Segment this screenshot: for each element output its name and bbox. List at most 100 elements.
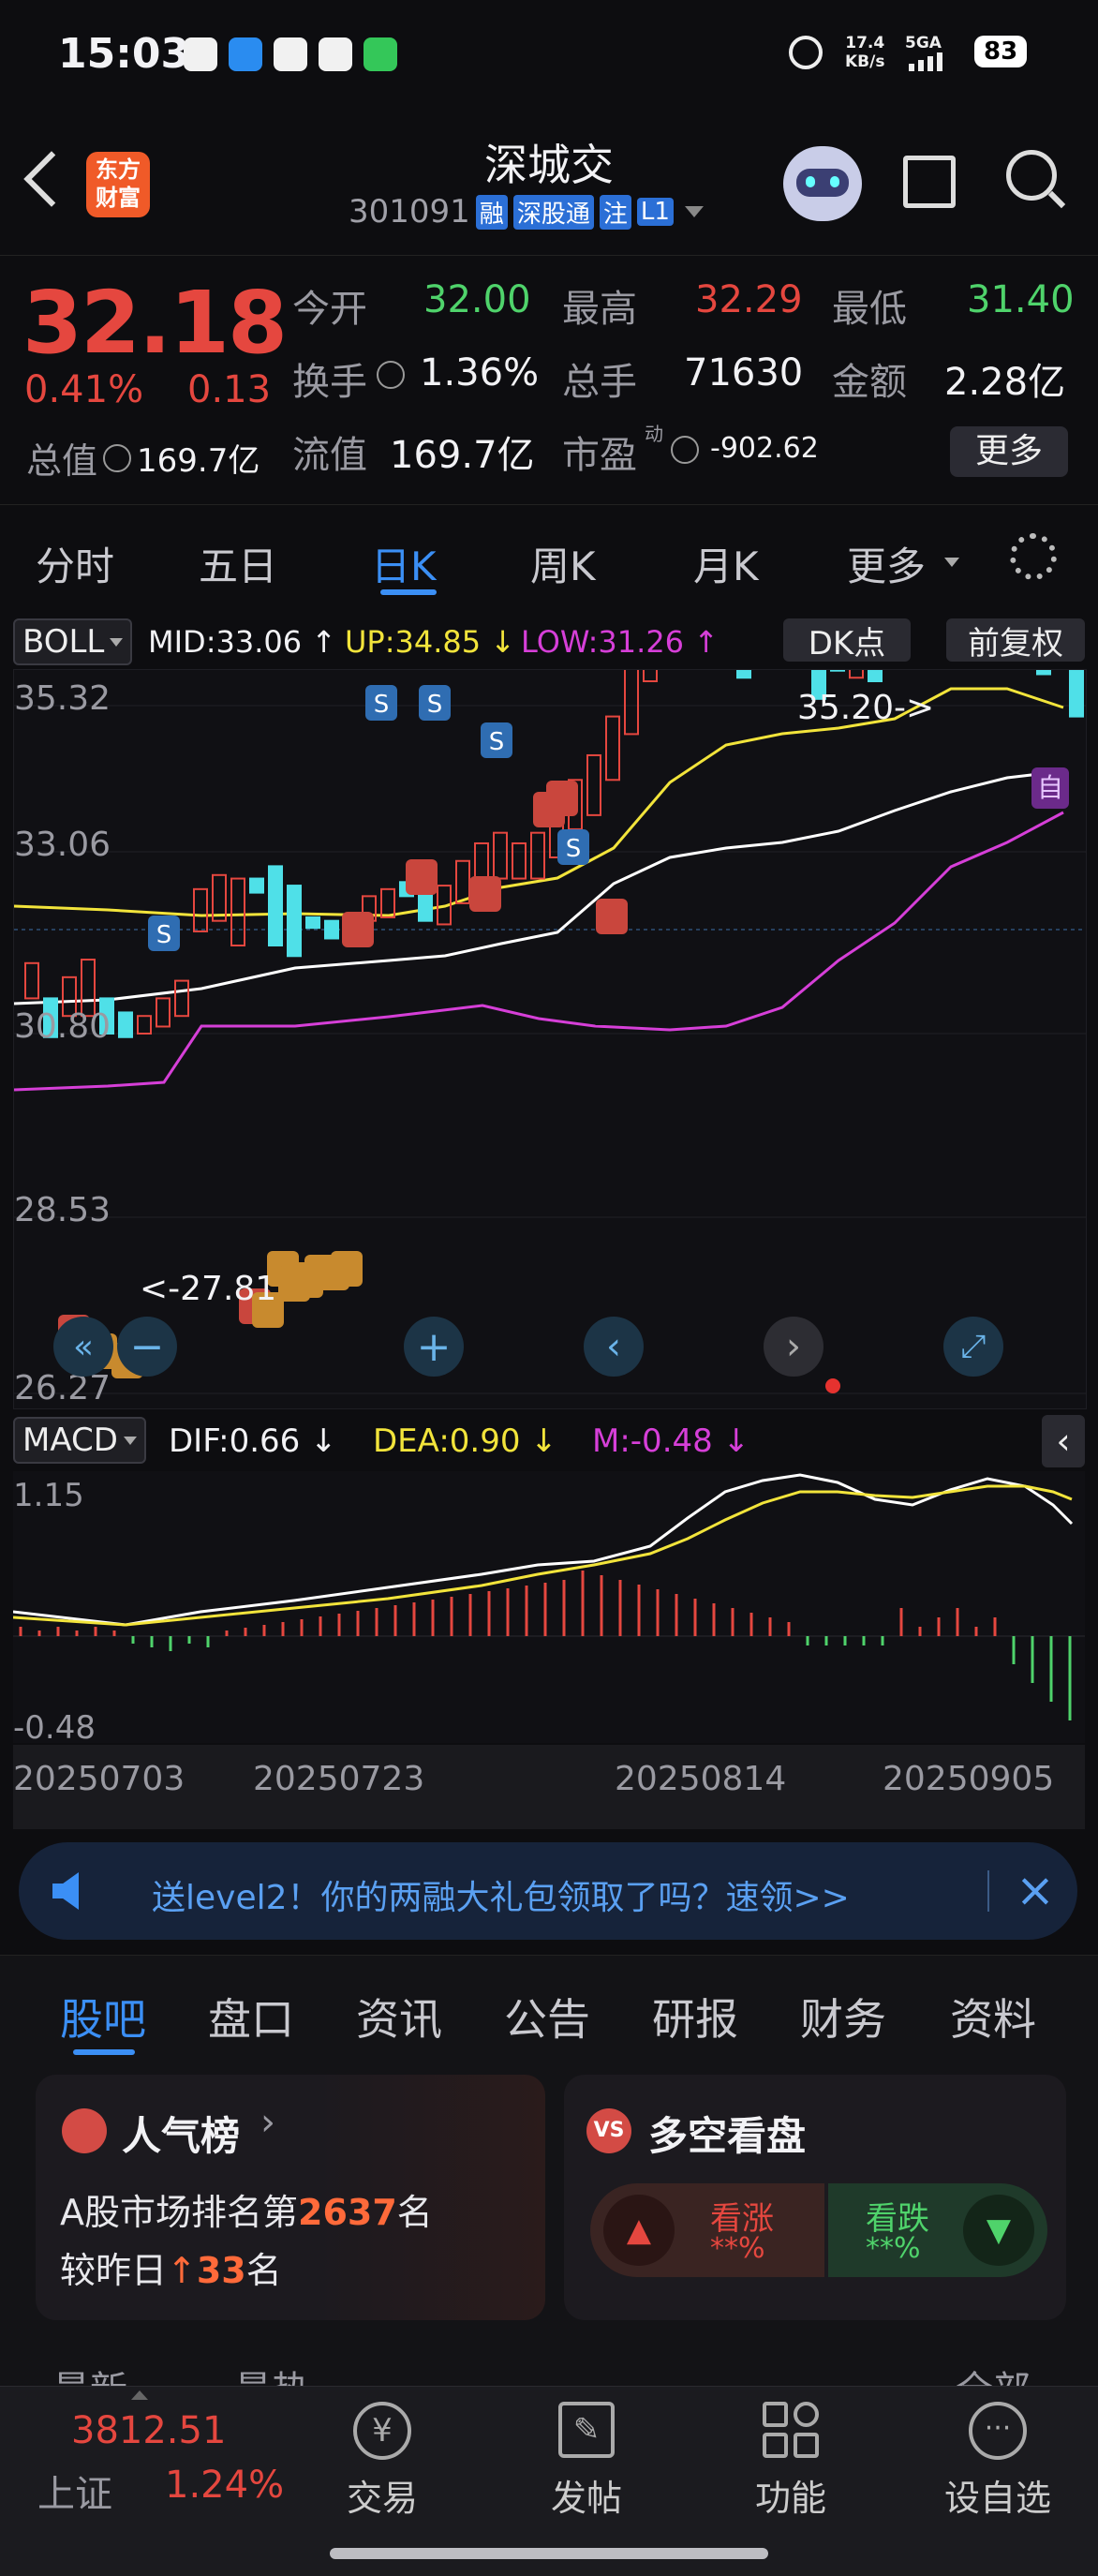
- index-name: 上证: [37, 2473, 112, 2516]
- candle: [830, 670, 845, 672]
- index-value[interactable]: 3812.51: [71, 2409, 226, 2452]
- yen-icon: ¥: [353, 2402, 411, 2460]
- candle: [249, 877, 264, 894]
- gear-icon[interactable]: [1010, 533, 1057, 580]
- info-icon[interactable]: [377, 361, 405, 389]
- chevron-right-icon[interactable]: ›: [764, 1317, 824, 1377]
- macd-name: MACD: [22, 1422, 118, 1459]
- more-button[interactable]: 更多: [950, 426, 1068, 477]
- high-marker: 35.20->: [797, 689, 935, 727]
- robot-icon[interactable]: [783, 146, 862, 221]
- boll-low: LOW:31.26 ↑: [521, 624, 720, 660]
- date-label: 20250814: [615, 1760, 787, 1798]
- pe-value: -902.62: [710, 432, 819, 465]
- status-app-icons: [184, 37, 397, 71]
- candle: [287, 885, 302, 958]
- candle: [624, 670, 639, 736]
- tab-gonggao[interactable]: 公告: [504, 1986, 590, 2047]
- stock-code-row[interactable]: 301091 融 深股通 注 L1: [349, 193, 704, 231]
- tab-wuri[interactable]: 五日: [199, 535, 277, 592]
- candle: [137, 1015, 152, 1035]
- float-label: 流值: [292, 434, 367, 477]
- tab-caiwu[interactable]: 财务: [800, 1986, 886, 2047]
- chevron-down-icon: [123, 1436, 137, 1445]
- boll-selector[interactable]: BOLL: [13, 618, 133, 665]
- pe-label: 市盈: [562, 434, 637, 477]
- amount-label: 金额: [832, 361, 907, 404]
- macd-selector[interactable]: MACD: [13, 1417, 146, 1464]
- tab-guba[interactable]: 股吧: [60, 1986, 146, 2047]
- y-label: 33.06: [14, 826, 111, 864]
- date-label: 20250723: [253, 1760, 425, 1798]
- tab-fenshi[interactable]: 分时: [36, 535, 114, 592]
- tag-l1: L1: [636, 198, 674, 226]
- promo-banner[interactable]: 送level2！你的两融大礼包领取了吗？速领>> ×: [19, 1842, 1077, 1940]
- status-bar: 15:03 17.4 KB/s 5GA 83: [0, 0, 1098, 112]
- more-dots-icon: ···: [969, 2402, 1027, 2460]
- self-tag[interactable]: 自: [1031, 767, 1069, 809]
- candle: [380, 887, 395, 918]
- candle: [230, 877, 245, 946]
- tab-ziliao[interactable]: 资料: [950, 1986, 1036, 2047]
- total-value-label: 总值: [26, 440, 98, 482]
- popularity-card[interactable]: 人气榜 › A股市场排名第2637名 较昨日↑33名: [36, 2075, 545, 2320]
- arrow-up-icon: ↑: [167, 2250, 197, 2291]
- nav-function[interactable]: 功能: [742, 2402, 839, 2533]
- bear-button[interactable]: 看跌 **% ▼: [828, 2183, 1047, 2277]
- bull-button[interactable]: ▲ 看涨 **%: [590, 2183, 824, 2277]
- y-label: 28.53: [14, 1191, 111, 1229]
- tab-more[interactable]: 更多: [847, 535, 926, 592]
- boll-name: BOLL: [22, 623, 105, 661]
- close-icon[interactable]: ×: [1016, 1863, 1055, 1917]
- arrow-down-icon: ▼: [963, 2195, 1034, 2266]
- index-pct: 1.24%: [165, 2464, 285, 2507]
- tag-sgt: 深股通: [512, 194, 594, 230]
- vs-icon: VS: [586, 2108, 631, 2153]
- period-tabs: 分时 五日 日K 周K 月K 更多: [0, 504, 1098, 608]
- share-icon[interactable]: [903, 156, 956, 208]
- minus-icon[interactable]: −: [117, 1317, 177, 1377]
- chevron-left-icon[interactable]: ‹: [584, 1317, 644, 1377]
- tab-rik[interactable]: 日K: [371, 535, 437, 592]
- chart-icon: [62, 2108, 107, 2153]
- buy-marker: [469, 876, 501, 912]
- adjust-button[interactable]: 前复权: [946, 618, 1085, 663]
- bottom-nav: 3812.51 上证 1.24% ¥ 交易 ✎ 发帖 功能 ··· 设自选: [0, 2386, 1098, 2576]
- candle: [174, 979, 189, 1018]
- info-icon[interactable]: [671, 436, 699, 464]
- nav-watchlist[interactable]: ··· 设自选: [937, 2402, 1059, 2533]
- turnover-label: 换手: [292, 361, 367, 404]
- nav-trade[interactable]: ¥ 交易: [334, 2402, 431, 2533]
- longshort-title: 多空看盘: [648, 2113, 807, 2159]
- kline-chart[interactable]: S S S S S 35.32 33.06 30.80 28.53 26.27 35.2…: [13, 669, 1087, 1409]
- candle: [24, 961, 39, 1000]
- macd-bar: MACD DIF:0.66 ↓ DEA:0.90 ↓ M:-0.48 ↓ ‹: [0, 1411, 1098, 1469]
- tab-yuek[interactable]: 月K: [693, 535, 759, 592]
- date-label: 20250905: [883, 1760, 1055, 1798]
- rank-line: A股市场排名第2637名: [60, 2183, 433, 2235]
- nav-post[interactable]: ✎ 发帖: [538, 2402, 635, 2533]
- nav-label: 交易: [346, 2478, 418, 2519]
- longshort-card[interactable]: VS 多空看盘 ▲ 看涨 **% 看跌 **% ▼: [564, 2075, 1066, 2320]
- info-icon[interactable]: [103, 443, 132, 472]
- buy-marker: [342, 912, 374, 947]
- bear-value: **%: [866, 2232, 921, 2265]
- tab-yanbao[interactable]: 研报: [652, 1986, 738, 2047]
- tag-rong: 融: [475, 194, 508, 230]
- tab-zixun[interactable]: 资讯: [356, 1986, 442, 2047]
- t-marker: [331, 1251, 363, 1287]
- banner-text: 送level2！你的两融大礼包领取了吗？速领>>: [152, 1879, 850, 1917]
- tab-pankou[interactable]: 盘口: [208, 1986, 294, 2047]
- plus-icon[interactable]: +: [404, 1317, 464, 1377]
- tab-zhouk[interactable]: 周K: [530, 535, 596, 592]
- expand-icon[interactable]: ⤢: [943, 1317, 1003, 1377]
- nav-label: 功能: [754, 2478, 826, 2519]
- double-left-icon[interactable]: «: [53, 1317, 113, 1377]
- open-label: 今开: [292, 288, 367, 331]
- boll-up: UP:34.85 ↓: [345, 624, 516, 660]
- macd-chart[interactable]: 1.15 -0.48: [13, 1471, 1085, 1747]
- app-icon: [319, 37, 352, 71]
- net-speed-value: 17.4: [845, 34, 885, 52]
- dk-button[interactable]: DK点: [783, 618, 911, 663]
- collapse-left-icon[interactable]: ‹: [1042, 1415, 1085, 1467]
